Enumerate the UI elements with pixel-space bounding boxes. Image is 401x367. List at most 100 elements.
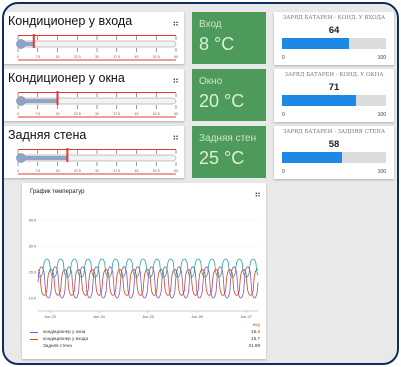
temp-tile-label: Вход <box>199 19 222 30</box>
thermometer-tick-label: 30 <box>95 112 99 116</box>
thermometer-tick-label: 45 <box>135 169 139 173</box>
thermometer-tick-label: 7.5 <box>35 55 40 59</box>
battery-min: 0 <box>282 112 285 118</box>
battery-card-back-wall[interactable]: ЗАРЯД БАТАРЕИ - ЗАДНЯЯ СТЕНА 58 0 100 <box>274 126 394 179</box>
legend-series-name: кондиционер у окна <box>43 329 86 334</box>
legend-series-avg: 21.89 <box>248 343 261 348</box>
legend-swatch <box>30 339 38 341</box>
thermometer-card-window[interactable]: Кондиционер у окна ⠶ 0 7.5 15 22.5 30 37.5 45 5… <box>4 69 184 121</box>
thermometer-tube <box>21 40 177 48</box>
thermometer-tick-label: 30 <box>95 55 99 59</box>
thermometer-fill <box>22 99 58 103</box>
temp-tile-window[interactable]: Окно 20 °C <box>192 69 266 121</box>
x-tick-label: Jun 24 <box>93 315 104 319</box>
thermometer-card-entrance[interactable]: Кондиционер у входа ⠶ 0 7.5 15 22.5 30 37.5 45… <box>4 12 184 64</box>
thermometer-tick-label: 15 <box>56 112 60 116</box>
thermometer-tick-label: 7.5 <box>35 169 40 173</box>
thermometer-marker <box>56 91 59 105</box>
thermometer-tick-label: 0 <box>17 112 19 116</box>
battery-value: 71 <box>328 82 340 93</box>
x-tick-label: Jun 25 <box>142 315 153 319</box>
thermometer-top-rule <box>18 35 176 36</box>
temp-tile-back-wall[interactable]: Задняя стен 25 °C <box>192 126 266 178</box>
legend-avg-header: avg <box>252 322 260 327</box>
battery-bar-fill <box>282 95 356 106</box>
thermometer-title: Кондиционер у окна <box>8 71 125 85</box>
legend-header-row: avg <box>30 322 260 329</box>
series-line <box>37 258 259 278</box>
thermometer-marker <box>32 34 35 48</box>
battery-title: ЗАРЯД БАТАРЕИ - КОНД. У ОКНА <box>284 72 384 78</box>
thermometer-gauge: 0 7.5 15 22.5 30 37.5 45 52.5 60 <box>16 91 178 118</box>
thermometer-tick-label: 60 <box>174 55 178 59</box>
menu-icon[interactable]: ⠶ <box>172 75 179 86</box>
thermometer-tick-label: 60 <box>174 169 178 173</box>
battery-min: 0 <box>282 169 285 175</box>
battery-title: ЗАРЯД БАТАРЕИ - КОНД. У ВХОДА <box>282 15 386 21</box>
thermometer-title: Кондиционер у входа <box>8 14 133 28</box>
x-tick-label: Jun 23 <box>44 315 55 319</box>
dashboard-frame: Кондиционер у входа ⠶ 0 7.5 15 22.5 30 37.5 45… <box>2 2 399 365</box>
temp-tile-entrance[interactable]: Вход 8 °C <box>192 12 266 64</box>
legend-swatch <box>30 346 38 347</box>
y-tick-label: 10.0 <box>29 297 36 301</box>
thermometer-bottom-rule <box>18 173 176 175</box>
thermometer-title: Задняя стена <box>8 128 87 142</box>
legend-series-avg: 16.4 <box>251 329 260 334</box>
battery-bar <box>282 152 386 163</box>
y-tick-label: 30.0 <box>29 245 36 249</box>
thermometer-tick-label: 22.5 <box>74 169 81 173</box>
thermometer-tick-label: 0 <box>17 55 19 59</box>
thermometer-tick-label: 52.5 <box>153 55 160 59</box>
thermometer-bottom-rule <box>18 116 176 118</box>
temp-tile-value: 8 °C <box>199 34 235 54</box>
thermometer-tick-label: 37.5 <box>113 55 120 59</box>
legend-item[interactable]: Задняя стена 21.89 <box>30 343 260 350</box>
battery-card-entrance[interactable]: ЗАРЯД БАТАРЕИ - КОНД. У ВХОДА 64 0 100 <box>274 12 394 65</box>
thermometer-tick-label: 52.5 <box>153 169 160 173</box>
thermometer-card-back-wall[interactable]: Задняя стена ⠶ 0 7.5 15 22.5 30 37.5 45 52.5 60 <box>4 126 184 178</box>
legend-series-name: Задняя стена <box>43 343 72 348</box>
thermometer-tick-label: 7.5 <box>35 112 40 116</box>
x-tick-label: Jun 26 <box>191 315 202 319</box>
thermometer-tick-label: 45 <box>135 112 139 116</box>
x-tick-label: Jun 27 <box>240 315 251 319</box>
menu-icon[interactable]: ⠶ <box>172 18 179 29</box>
legend-series-avg: 15.7 <box>251 336 260 341</box>
legend-series-name: кондиционер у входа <box>43 336 89 341</box>
menu-icon[interactable]: ⠶ <box>172 132 179 143</box>
thermometer-tick-label: 60 <box>174 112 178 116</box>
temp-tile-label: Окно <box>199 76 223 87</box>
temp-tile-value: 25 °C <box>199 148 245 168</box>
temperature-graph-card[interactable]: График температур ⠶ 10.0 20.0 30.0 40.0 Jun … <box>22 183 266 359</box>
legend-item[interactable]: кондиционер у окна 16.4 <box>30 329 260 336</box>
battery-max: 100 <box>377 55 386 61</box>
thermometer-tick-label: 37.5 <box>113 169 120 173</box>
battery-title: ЗАРЯД БАТАРЕИ - ЗАДНЯЯ СТЕНА <box>282 129 386 135</box>
temp-tile-value: 20 °C <box>199 91 245 111</box>
thermometer-tick-label: 0 <box>17 169 19 173</box>
thermometer-tick-label: 52.5 <box>153 112 160 116</box>
thermometer-tick-label: 30 <box>95 169 99 173</box>
legend-item[interactable]: кондиционер у входа 15.7 <box>30 336 260 343</box>
battery-value: 58 <box>328 139 340 150</box>
battery-card-window[interactable]: ЗАРЯД БАТАРЕИ - КОНД. У ОКНА 71 0 100 <box>274 69 394 122</box>
thermometer-bottom-rule <box>18 59 176 61</box>
thermometer-fill <box>22 156 68 160</box>
battery-max: 100 <box>377 169 386 175</box>
y-tick-label: 20.0 <box>29 271 36 275</box>
thermometer-tick-label: 22.5 <box>74 55 81 59</box>
thermometer-marker <box>66 148 69 162</box>
battery-bar-fill <box>282 152 343 163</box>
thermometer-gauge: 0 7.5 15 22.5 30 37.5 45 52.5 60 <box>16 34 178 61</box>
thermometer-tick-label: 15 <box>56 169 60 173</box>
y-tick-label: 40.0 <box>29 219 36 223</box>
legend-swatch <box>30 332 38 334</box>
temp-tile-label: Задняя стен <box>199 133 257 144</box>
thermometer-tick-label: 45 <box>135 55 139 59</box>
thermometer-tick-label: 22.5 <box>74 112 81 116</box>
thermometer-tick-label: 15 <box>56 55 60 59</box>
battery-value: 64 <box>328 25 340 36</box>
thermometer-top-rule <box>18 92 176 93</box>
thermometer-tick-label: 37.5 <box>113 112 120 116</box>
